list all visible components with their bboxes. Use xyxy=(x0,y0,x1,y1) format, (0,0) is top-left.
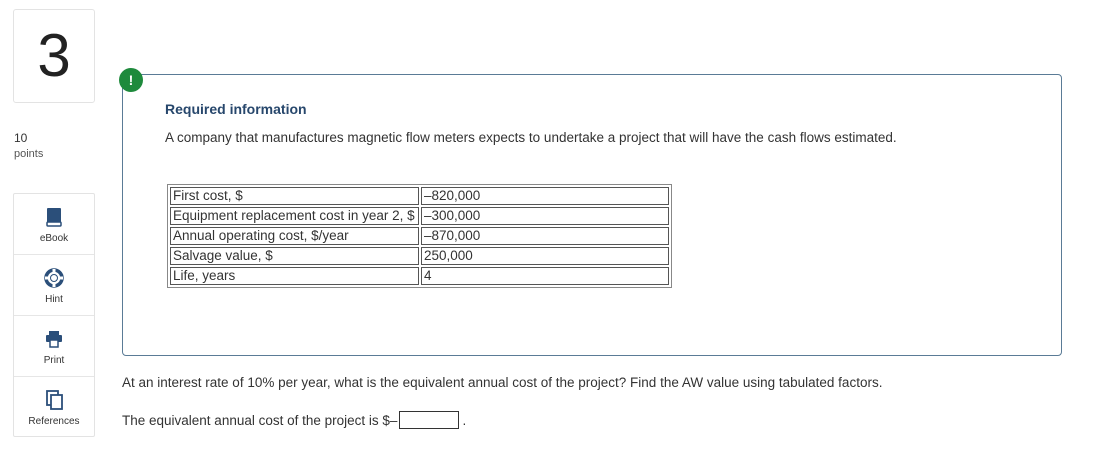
row-label: Salvage value, $ xyxy=(170,247,419,265)
answer-prefix: The equivalent annual cost of the projec… xyxy=(122,412,398,428)
row-label: Life, years xyxy=(170,267,419,285)
ebook-label: eBook xyxy=(39,232,69,244)
printer-icon xyxy=(44,327,64,349)
book-icon xyxy=(45,205,63,227)
row-label: Equipment replacement cost in year 2, $ xyxy=(170,207,419,225)
question-prompt: At an interest rate of 10% per year, wha… xyxy=(122,375,883,390)
alert-icon: ! xyxy=(119,68,143,92)
hint-label: Hint xyxy=(45,293,63,305)
table-row: Salvage value, $ 250,000 xyxy=(170,247,669,265)
ebook-button[interactable]: eBook xyxy=(14,194,94,254)
references-label: References xyxy=(28,415,80,427)
lifebuoy-icon xyxy=(44,266,64,288)
table-row: Equipment replacement cost in year 2, $ … xyxy=(170,207,669,225)
table-row: Life, years 4 xyxy=(170,267,669,285)
points-label: points xyxy=(14,148,44,160)
row-label: First cost, $ xyxy=(170,187,419,205)
references-button[interactable]: References xyxy=(14,377,94,437)
table-row: First cost, $ –820,000 xyxy=(170,187,669,205)
required-information-title: Required information xyxy=(165,101,307,117)
cash-flow-table: First cost, $ –820,000 Equipment replace… xyxy=(167,184,672,288)
documents-icon xyxy=(45,388,63,410)
answer-line: The equivalent annual cost of the projec… xyxy=(122,411,466,429)
question-number: 3 xyxy=(37,22,71,89)
answer-suffix: . xyxy=(462,412,467,428)
row-value: 4 xyxy=(421,267,669,285)
row-value: –820,000 xyxy=(421,187,669,205)
print-button[interactable]: Print xyxy=(14,316,94,376)
row-value: –300,000 xyxy=(421,207,669,225)
row-value: 250,000 xyxy=(421,247,669,265)
question-number-box: 3 xyxy=(13,9,95,103)
tools-panel: eBook Hint Print References xyxy=(13,193,95,437)
answer-input[interactable] xyxy=(399,411,460,429)
required-information-box: Required information A company that manu… xyxy=(122,74,1062,356)
print-label: Print xyxy=(43,354,65,366)
row-label: Annual operating cost, $/year xyxy=(170,227,419,245)
points-value: 10 xyxy=(14,131,28,145)
hint-button[interactable]: Hint xyxy=(14,255,94,315)
problem-description: A company that manufactures magnetic flo… xyxy=(165,130,897,145)
table-row: Annual operating cost, $/year –870,000 xyxy=(170,227,669,245)
row-value: –870,000 xyxy=(421,227,669,245)
